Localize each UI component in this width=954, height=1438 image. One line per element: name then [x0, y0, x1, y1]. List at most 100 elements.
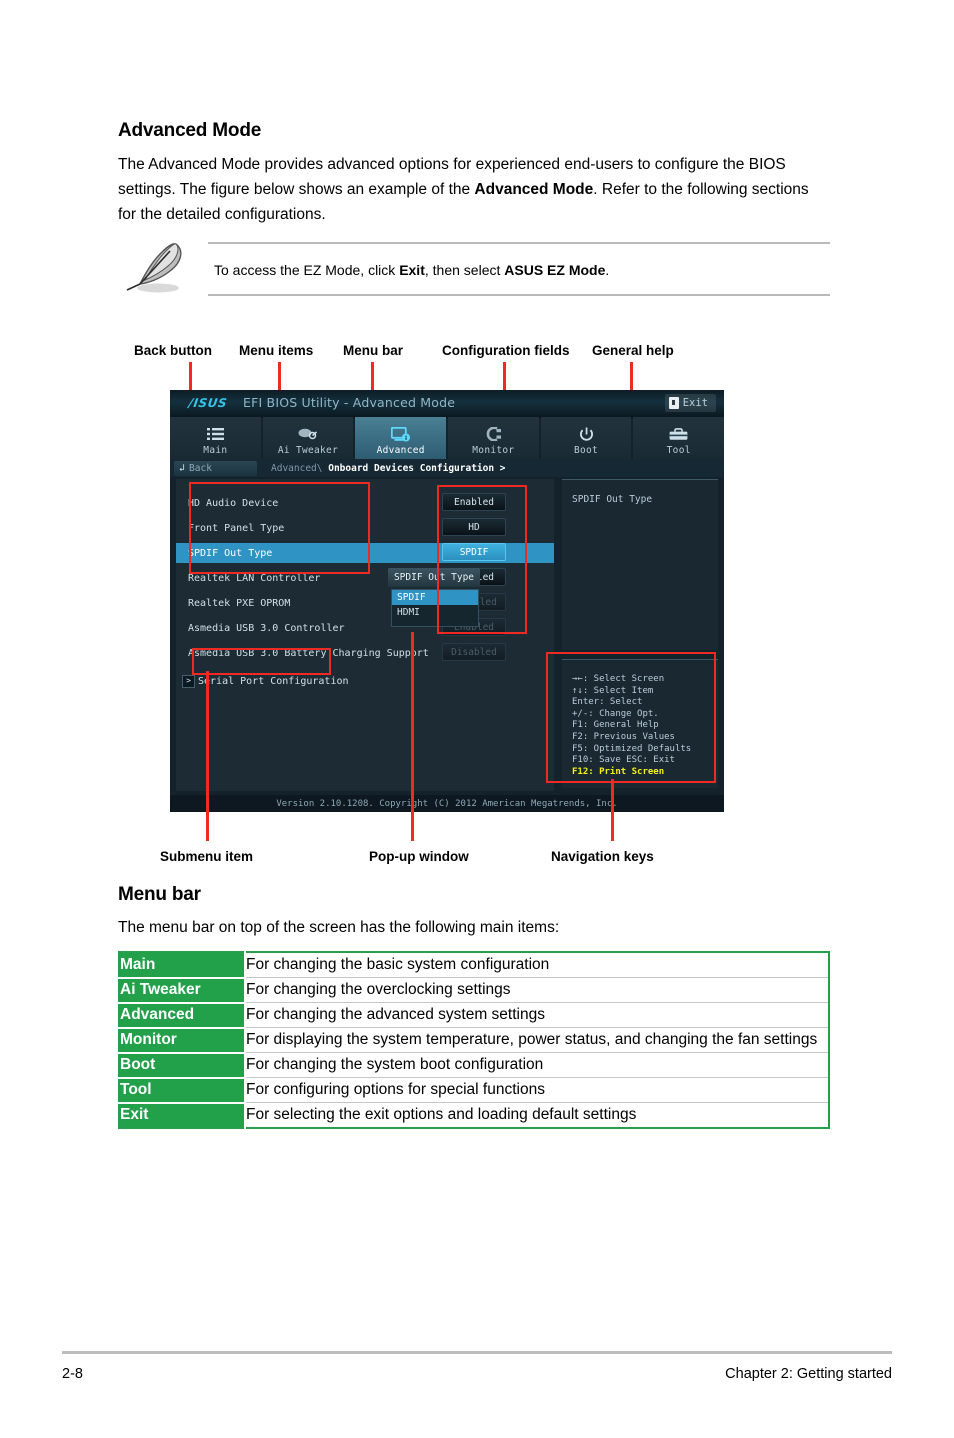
footer-page-number: 2-8: [62, 1366, 83, 1382]
general-help-pane: SPDIF Out Type: [562, 479, 718, 650]
note-bold-ezmode: ASUS EZ Mode: [504, 262, 606, 278]
popup-option-label: HDMI: [397, 607, 420, 618]
table-desc-monitor: For displaying the system temperature, p…: [244, 1027, 829, 1053]
exit-door-icon: [668, 397, 679, 409]
table-row: Exit For selecting the exit options and …: [119, 1102, 829, 1128]
submenu-arrow-icon: >: [182, 674, 195, 688]
note-box: To access the EZ Mode, click Exit, then …: [118, 236, 830, 298]
back-arrow-icon: ↲: [179, 462, 186, 474]
callout-back-button: Back button: [134, 343, 213, 358]
table-key-ai-tweaker: Ai Tweaker: [119, 977, 245, 1004]
tuner-icon: [298, 425, 318, 443]
callout-line-navigation-keys: [611, 779, 614, 841]
tab-advanced[interactable]: Advanced: [355, 417, 447, 459]
table-desc-boot: For changing the system boot configurati…: [244, 1052, 829, 1078]
tab-monitor-label: Monitor: [472, 445, 515, 456]
bios-version-bar: Version 2.10.1208. Copyright (C) 2012 Am…: [170, 795, 724, 812]
back-button-label: Back: [189, 462, 212, 474]
option-label: Realtek PXE OPROM: [188, 597, 291, 609]
note-text-3: .: [605, 262, 610, 278]
page-title: Advanced Mode: [118, 120, 262, 141]
table-row: Tool For configuring options for special…: [119, 1077, 829, 1104]
callout-line-submenu-item: [206, 671, 209, 841]
annotation-box-menu-items: [189, 482, 370, 574]
general-help-text: SPDIF Out Type: [572, 494, 653, 505]
table-desc-ai-tweaker: For changing the overclocking settings: [244, 977, 829, 1003]
asus-logo: /ISUS: [187, 395, 229, 410]
table-key-advanced: Advanced: [119, 1002, 245, 1029]
option-label: Asmedia USB 3.0 Controller: [188, 622, 345, 634]
bios-menu-bar: Main Ai Tweaker Advanced Monitor Boot To…: [170, 417, 724, 459]
tab-monitor[interactable]: Monitor: [448, 417, 539, 459]
tab-advanced-label: Advanced: [376, 445, 425, 456]
table-row: Ai Tweaker For changing the overclocking…: [119, 977, 829, 1004]
table-desc-advanced: For changing the advanced system setting…: [244, 1002, 829, 1028]
note-text-2: , then select: [424, 262, 505, 278]
bios-exit-button[interactable]: Exit: [664, 394, 716, 412]
intro-bold: Advanced Mode: [474, 181, 594, 198]
table-key-exit: Exit: [119, 1102, 245, 1128]
table-key-tool: Tool: [119, 1077, 245, 1104]
callout-menu-bar: Menu bar: [343, 343, 404, 358]
tab-boot[interactable]: Boot: [540, 417, 632, 459]
callout-general-help: General help: [592, 343, 674, 358]
annotation-box-navigation-keys: [546, 652, 716, 783]
breadcrumb: Advanced\ Onboard Devices Configuration …: [271, 463, 506, 474]
table-key-monitor: Monitor: [119, 1027, 245, 1054]
document-page: Advanced Mode The Advanced Mode provides…: [0, 0, 954, 1438]
breadcrumb-prefix: Advanced\: [271, 462, 323, 474]
tab-ai-tweaker[interactable]: Ai Tweaker: [262, 417, 354, 459]
bios-title: EFI BIOS Utility - Advanced Mode: [243, 395, 456, 410]
table-desc-main: For changing the basic system configurat…: [244, 952, 829, 978]
list-icon: [206, 425, 224, 443]
breadcrumb-current: Onboard Devices Configuration >: [328, 462, 506, 474]
note-text-1: To access the EZ Mode, click: [214, 262, 400, 278]
footer-rule: [62, 1351, 892, 1354]
popup-option-label: SPDIF: [397, 592, 426, 603]
power-icon: [579, 425, 594, 443]
tab-main[interactable]: Main: [170, 417, 261, 459]
menu-bar-intro: The menu bar on top of the screen has th…: [118, 919, 560, 936]
table-row: Main For changing the basic system confi…: [119, 952, 829, 979]
note-bold-exit: Exit: [399, 262, 425, 278]
callout-menu-items: Menu items: [239, 343, 314, 358]
annotation-box-configuration-fields: [437, 485, 527, 634]
value-button-asmedia-usb3-battery-charging[interactable]: Disabled: [442, 643, 506, 661]
tab-tool-label: Tool: [666, 445, 691, 456]
bios-breadcrumb-bar: ↲ Back Advanced\ Onboard Devices Configu…: [170, 459, 724, 477]
tab-boot-label: Boot: [573, 445, 599, 456]
table-row: Advanced For changing the advanced syste…: [119, 1002, 829, 1029]
footer-chapter: Chapter 2: Getting started: [725, 1366, 892, 1382]
menu-bar-title: Menu bar: [118, 884, 201, 905]
callout-line-pop-up-window: [411, 632, 414, 841]
pencil-icon: [126, 243, 182, 293]
gauge-icon: [484, 425, 502, 443]
bios-header: /ISUS EFI BIOS Utility - Advanced Mode E…: [170, 390, 724, 418]
tab-tool[interactable]: Tool: [633, 417, 724, 459]
annotation-box-submenu-item: [192, 648, 331, 675]
value-label: Disabled: [451, 646, 497, 658]
back-button[interactable]: ↲ Back: [174, 460, 257, 476]
tab-main-label: Main: [203, 445, 228, 456]
submenu-item-label: Serial Port Configuration: [198, 675, 349, 687]
menu-bar-table: Main For changing the basic system confi…: [118, 951, 830, 1129]
table-key-main: Main: [119, 952, 245, 979]
option-label: Realtek LAN Controller: [188, 572, 321, 584]
table-key-boot: Boot: [119, 1052, 245, 1079]
tab-ai-tweaker-label: Ai Tweaker: [277, 445, 339, 456]
toolbox-icon: [669, 425, 688, 443]
callout-submenu-item: Submenu item: [160, 849, 254, 864]
note-rule-top: [208, 242, 830, 244]
bios-version-text: Version 2.10.1208. Copyright (C) 2012 Am…: [276, 798, 618, 809]
table-row: Boot For changing the system boot config…: [119, 1052, 829, 1079]
intro-paragraph: The Advanced Mode provides advanced opti…: [118, 152, 830, 227]
note-text: To access the EZ Mode, click Exit, then …: [214, 262, 609, 278]
table-desc-exit: For selecting the exit options and loadi…: [244, 1102, 829, 1128]
table-row: Monitor For displaying the system temper…: [119, 1027, 829, 1054]
callout-navigation-keys: Navigation keys: [551, 849, 654, 864]
monitor-info-icon: [390, 425, 411, 443]
callout-pop-up-window: Pop-up window: [369, 849, 469, 864]
callout-configuration-fields: Configuration fields: [442, 343, 570, 358]
bios-exit-label: Exit: [682, 397, 708, 409]
table-desc-tool: For configuring options for special func…: [244, 1077, 829, 1103]
